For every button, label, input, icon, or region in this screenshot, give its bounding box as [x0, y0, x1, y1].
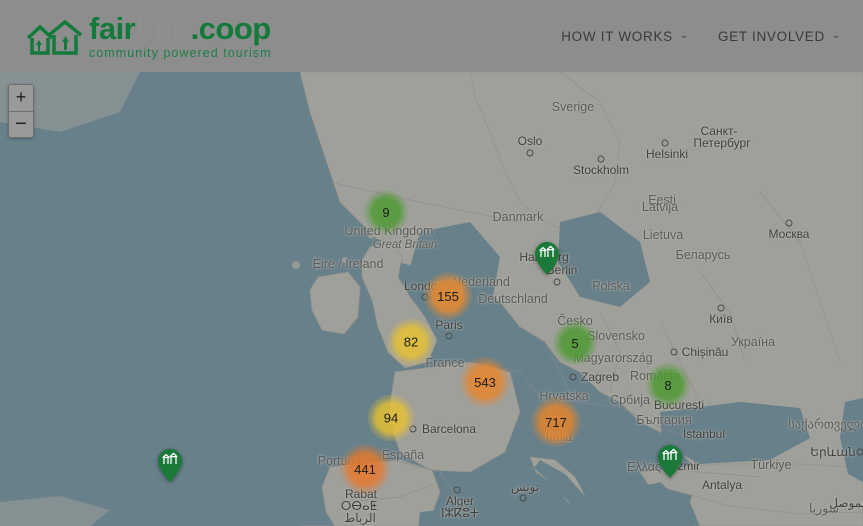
logo-word-fair: fair	[89, 10, 136, 46]
chevron-down-icon: ⌄	[831, 30, 841, 41]
map-viewport[interactable]: Sverige Oslo Stockholm Helsinki Eesti Latvija…	[0, 72, 863, 526]
fairbnb-house-icon	[26, 19, 82, 55]
map-zoom-controls: + −	[8, 84, 34, 138]
map-pin-marker[interactable]	[158, 449, 182, 482]
map-cluster-marker[interactable]: 9	[364, 190, 408, 234]
cluster-count-label: 5	[571, 335, 579, 351]
map-cluster-marker[interactable]: 155	[424, 272, 472, 320]
cluster-count-label: 9	[382, 204, 390, 220]
map-cluster-marker[interactable]: 8	[646, 363, 690, 407]
map-cluster-marker[interactable]: 543	[460, 357, 510, 407]
cluster-count-label: 717	[545, 414, 567, 430]
zoom-out-button[interactable]: −	[9, 111, 33, 137]
logo-word-row: fairbnb.coop	[89, 13, 272, 44]
nav-label-get-involved: GET INVOLVED	[717, 28, 825, 44]
chevron-down-icon: ⌄	[679, 30, 689, 41]
map-pin-marker[interactable]	[535, 242, 559, 275]
cluster-count-label: 543	[474, 374, 496, 390]
nav-item-get-involved[interactable]: GET INVOLVED ⌄	[718, 29, 841, 44]
map-cluster-marker[interactable]: 441	[340, 444, 390, 494]
map-pin-marker[interactable]	[658, 445, 682, 478]
nav-item-how-it-works[interactable]: HOW IT WORKS ⌄	[561, 29, 689, 44]
zoom-in-button[interactable]: +	[9, 85, 33, 111]
main-navigation: HOW IT WORKS ⌄ GET INVOLVED ⌄	[561, 29, 841, 44]
map-cluster-marker[interactable]: 717	[531, 397, 581, 447]
logo-wordmark: fairbnb.coop community powered tourism	[89, 13, 272, 60]
site-header: fairbnb.coop community powered tourism H…	[0, 0, 863, 72]
cluster-count-label: 441	[354, 461, 376, 477]
map-cluster-marker[interactable]: 82	[387, 318, 435, 366]
cluster-count-label: 155	[437, 288, 459, 304]
logo-word-bnb: bnb	[135, 10, 191, 46]
map-cluster-marker[interactable]: 94	[367, 394, 415, 442]
nav-label-how-it-works: HOW IT WORKS	[561, 28, 673, 44]
logo-word-coop: .coop	[190, 10, 272, 46]
logo-tagline: community powered tourism	[89, 45, 272, 60]
cluster-count-label: 94	[383, 410, 399, 426]
page-root: fairbnb.coop community powered tourism H…	[0, 0, 863, 526]
map-cluster-marker[interactable]: 5	[553, 321, 597, 365]
cluster-count-label: 82	[403, 334, 419, 350]
cluster-count-label: 8	[664, 377, 672, 393]
site-logo[interactable]: fairbnb.coop community powered tourism	[26, 13, 272, 60]
